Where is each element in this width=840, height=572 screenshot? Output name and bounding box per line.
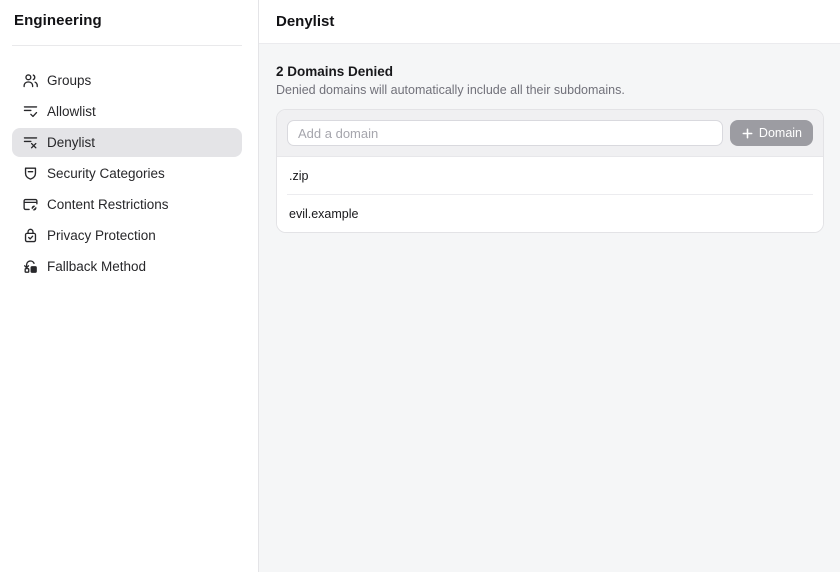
sidebar-divider	[12, 45, 242, 46]
domain-row[interactable]: evil.example	[277, 195, 823, 232]
sidebar-title: Engineering	[14, 12, 242, 29]
window-block-icon	[22, 196, 39, 213]
plus-icon	[741, 127, 754, 140]
app-window: Engineering Groups	[0, 0, 840, 572]
lock-check-icon	[22, 227, 39, 244]
sidebar-nav: Groups Allowlist	[0, 66, 258, 281]
sidebar-item-label: Privacy Protection	[47, 228, 156, 243]
main-panel: Denylist 2 Domains Denied Denied domains…	[259, 0, 840, 572]
section-subtitle: Denied domains will automatically includ…	[276, 83, 824, 97]
list-check-icon	[22, 103, 39, 120]
sidebar-item-groups[interactable]: Groups	[12, 66, 242, 95]
shield-icon	[22, 165, 39, 182]
sidebar-item-allowlist[interactable]: Allowlist	[12, 97, 242, 126]
denylist-card: Domain .zip evil.example	[276, 109, 824, 233]
sidebar-item-denylist[interactable]: Denylist	[12, 128, 242, 157]
section-title: 2 Domains Denied	[276, 64, 824, 79]
sidebar-item-label: Fallback Method	[47, 259, 146, 274]
main-header: Denylist	[259, 0, 840, 44]
sidebar-item-label: Content Restrictions	[47, 197, 169, 212]
list-x-icon	[22, 134, 39, 151]
add-domain-toolbar: Domain	[277, 110, 823, 157]
domain-name: evil.example	[289, 207, 358, 221]
sidebar-item-fallback-method[interactable]: Fallback Method	[12, 252, 242, 281]
domain-name: .zip	[289, 169, 308, 183]
lock-fallback-icon	[22, 258, 39, 275]
page-title: Denylist	[276, 13, 334, 30]
sidebar-item-security-categories[interactable]: Security Categories	[12, 159, 242, 188]
sidebar-header: Engineering	[0, 0, 258, 29]
denied-domain-list: .zip evil.example	[277, 157, 823, 232]
add-domain-button[interactable]: Domain	[730, 120, 813, 146]
users-icon	[22, 72, 39, 89]
sidebar-item-label: Groups	[47, 73, 91, 88]
sidebar-item-label: Security Categories	[47, 166, 165, 181]
sidebar-item-label: Denylist	[47, 135, 95, 150]
sidebar-item-privacy-protection[interactable]: Privacy Protection	[12, 221, 242, 250]
sidebar-item-label: Allowlist	[47, 104, 96, 119]
sidebar: Engineering Groups	[0, 0, 259, 572]
add-domain-button-label: Domain	[759, 126, 802, 140]
sidebar-item-content-restrictions[interactable]: Content Restrictions	[12, 190, 242, 219]
domain-row[interactable]: .zip	[277, 157, 823, 194]
main-content: 2 Domains Denied Denied domains will aut…	[259, 44, 840, 572]
add-domain-input[interactable]	[287, 120, 723, 146]
